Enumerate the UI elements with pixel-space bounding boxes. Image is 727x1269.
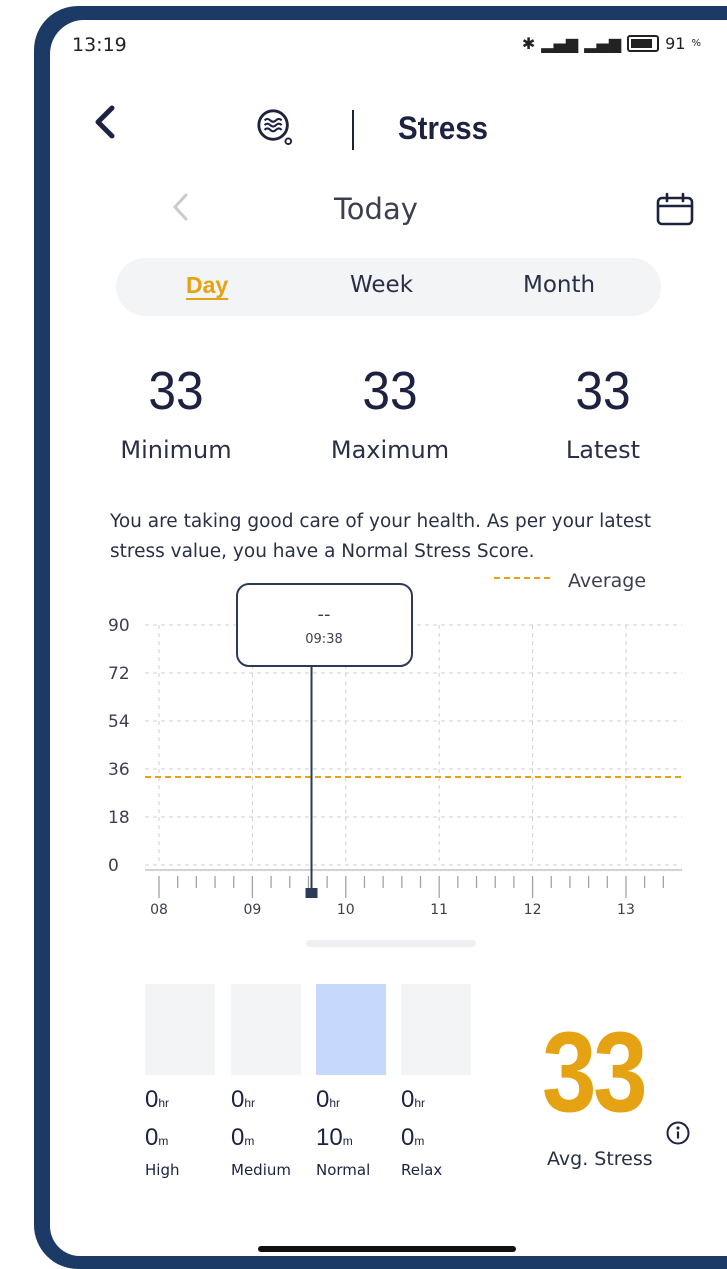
x-tick-label: 11: [430, 902, 448, 918]
bucket-bar-2[interactable]: [316, 984, 386, 1075]
bucket-hours-unit: hr: [158, 1096, 170, 1110]
bucket-minutes: 0m: [231, 1124, 254, 1152]
bucket-hours-value: 0: [401, 1086, 415, 1113]
bucket-hours-value: 0: [231, 1086, 245, 1113]
bucket-minutes-value: 0: [231, 1124, 245, 1151]
y-tick-label: 0: [108, 856, 119, 876]
page-title: Stress: [398, 110, 489, 146]
period-tabs: Day Week Month: [116, 258, 661, 316]
minimum-label: Minimum: [120, 436, 232, 464]
bucket-hours-unit: hr: [414, 1096, 426, 1110]
stress-chart[interactable]: 0 18 36 54 72 90 08 09 10 11 12 13 -- 09:38: [50, 580, 727, 920]
avg-stress-value: 33: [542, 1009, 648, 1136]
bucket-minutes-unit: m: [244, 1134, 255, 1148]
back-button[interactable]: [90, 104, 120, 150]
y-tick-label: 36: [108, 760, 130, 780]
bucket-hours-value: 0: [316, 1086, 330, 1113]
bucket-bar-1[interactable]: [231, 984, 301, 1075]
tooltip-value: --: [318, 604, 331, 625]
tab-week[interactable]: Week: [350, 272, 413, 298]
bucket-bar-0[interactable]: [145, 984, 215, 1075]
battery-icon: [627, 35, 660, 52]
bucket-minutes-unit: m: [414, 1134, 425, 1148]
bucket-hours: 0hr: [316, 1086, 340, 1114]
bucket-hours-unit: hr: [329, 1096, 341, 1110]
bucket-minutes: 0m: [145, 1124, 168, 1152]
x-tick-label: 08: [150, 902, 168, 918]
tooltip-box: [236, 583, 413, 667]
y-tick-label: 54: [108, 712, 130, 732]
app-screen: 13:19 ✱ ▂▄▆ ▂▄▆ 91% Stress Today Day Wee…: [50, 20, 727, 1256]
bucket-minutes-unit: m: [342, 1134, 353, 1148]
latest-label: Latest: [565, 436, 641, 464]
signal-icon-2: ▂▄▆: [584, 34, 622, 53]
tab-month[interactable]: Month: [523, 272, 595, 298]
calendar-icon[interactable]: [655, 192, 695, 226]
chevron-left-icon: [95, 105, 115, 139]
bucket-name: Relax: [401, 1161, 443, 1179]
avg-stress-label: Avg. Stress: [547, 1148, 653, 1170]
info-icon[interactable]: [665, 1120, 691, 1146]
prev-day-button[interactable]: [170, 192, 190, 230]
bucket-name: Medium: [231, 1161, 291, 1179]
y-tick-label: 90: [108, 616, 130, 636]
battery-unit: %: [691, 38, 701, 49]
bucket-hours: 0hr: [231, 1086, 255, 1114]
bucket-minutes-value: 10: [316, 1124, 343, 1151]
scroll-indicator: [306, 940, 476, 947]
battery-level: 91: [665, 34, 686, 53]
date-label: Today: [334, 192, 418, 226]
bucket-minutes: 0m: [401, 1124, 424, 1152]
maximum-value: 33: [362, 361, 418, 421]
signal-icon: ▂▄▆: [541, 34, 579, 53]
minimum-value: 33: [148, 361, 204, 421]
y-tick-label: 72: [108, 664, 130, 684]
bucket-minutes-value: 0: [401, 1124, 415, 1151]
chevron-left-icon: [172, 193, 188, 221]
bucket-bar-3[interactable]: [401, 984, 471, 1075]
bucket-name: High: [145, 1161, 180, 1179]
bluetooth-icon: ✱: [521, 34, 536, 53]
x-tick-label: 13: [617, 902, 635, 918]
tooltip-time: 09:38: [305, 632, 342, 647]
maximum-label: Maximum: [330, 436, 450, 464]
x-tick-label: 09: [243, 902, 261, 918]
stress-wave-icon: [257, 109, 293, 146]
bucket-name: Normal: [316, 1161, 371, 1179]
bucket-minutes-value: 0: [145, 1124, 159, 1151]
x-tick-label: 10: [337, 902, 355, 918]
latest-value: 33: [575, 361, 631, 421]
header-divider: [352, 110, 354, 150]
stress-message: You are taking good care of your health.…: [110, 511, 652, 562]
home-indicator[interactable]: [258, 1246, 516, 1252]
status-time: 13:19: [72, 34, 127, 56]
status-icons: ✱ ▂▄▆ ▂▄▆ 91%: [522, 34, 701, 53]
tab-day[interactable]: Day: [186, 272, 228, 299]
bucket-hours: 0hr: [145, 1086, 169, 1114]
x-tick-label: 12: [524, 902, 542, 918]
y-tick-label: 18: [108, 808, 130, 828]
cursor-marker: [305, 888, 318, 898]
bucket-minutes: 10m: [316, 1124, 353, 1152]
bucket-hours-value: 0: [145, 1086, 159, 1113]
bucket-minutes-unit: m: [158, 1134, 169, 1148]
bucket-hours: 0hr: [401, 1086, 425, 1114]
average-legend-swatch: [494, 577, 550, 579]
bucket-hours-unit: hr: [244, 1096, 256, 1110]
